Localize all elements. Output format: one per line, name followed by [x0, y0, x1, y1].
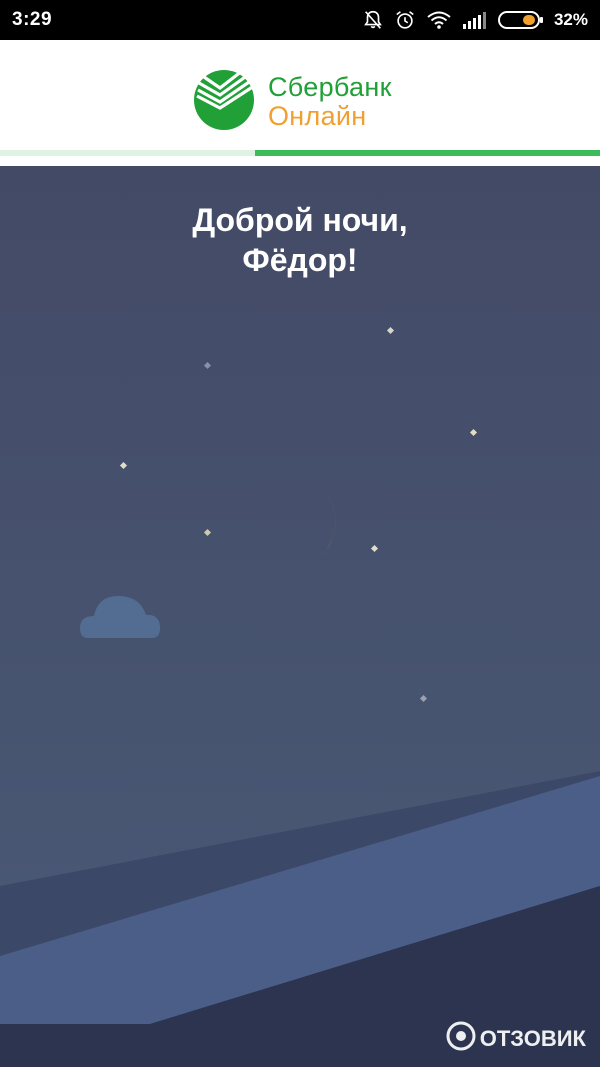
app-header: Сбербанк Онлайн: [0, 40, 600, 166]
wifi-icon: [426, 10, 452, 30]
status-icons: 32%: [362, 9, 588, 31]
greeting-line2: Фёдор!: [242, 242, 358, 278]
greeting: Доброй ночи, Фёдор!: [0, 200, 600, 280]
sberbank-logo: Сбербанк Онлайн: [192, 68, 392, 137]
logo-line1: Сбербанк: [268, 72, 392, 102]
header-gap: [0, 156, 600, 166]
bell-off-icon: [362, 9, 384, 31]
cloud-icon: [80, 596, 160, 638]
watermark-text: ОТЗОВИК: [479, 1026, 586, 1051]
greeting-line1: Доброй ночи,: [192, 202, 408, 238]
status-bar: 3:29 32%: [0, 0, 600, 40]
otzovik-logo-icon: [446, 1021, 476, 1057]
battery-percent: 32%: [553, 10, 588, 29]
battery-icon: [497, 10, 544, 30]
status-time: 3:29: [12, 9, 53, 30]
otzovik-watermark: ОТЗОВИК: [446, 1021, 586, 1057]
sberbank-logo-icon: [192, 68, 256, 137]
logo-line2: Онлайн: [268, 101, 367, 131]
logo-text: Сбербанк Онлайн: [268, 74, 392, 130]
star-icon: [119, 326, 478, 703]
scene-illustration: [0, 326, 600, 1067]
moon-icon: [262, 486, 336, 568]
alarm-icon: [394, 9, 416, 31]
night-scene: Доброй ночи, Фёдор!: [0, 166, 600, 1067]
signal-icon: [462, 10, 488, 30]
